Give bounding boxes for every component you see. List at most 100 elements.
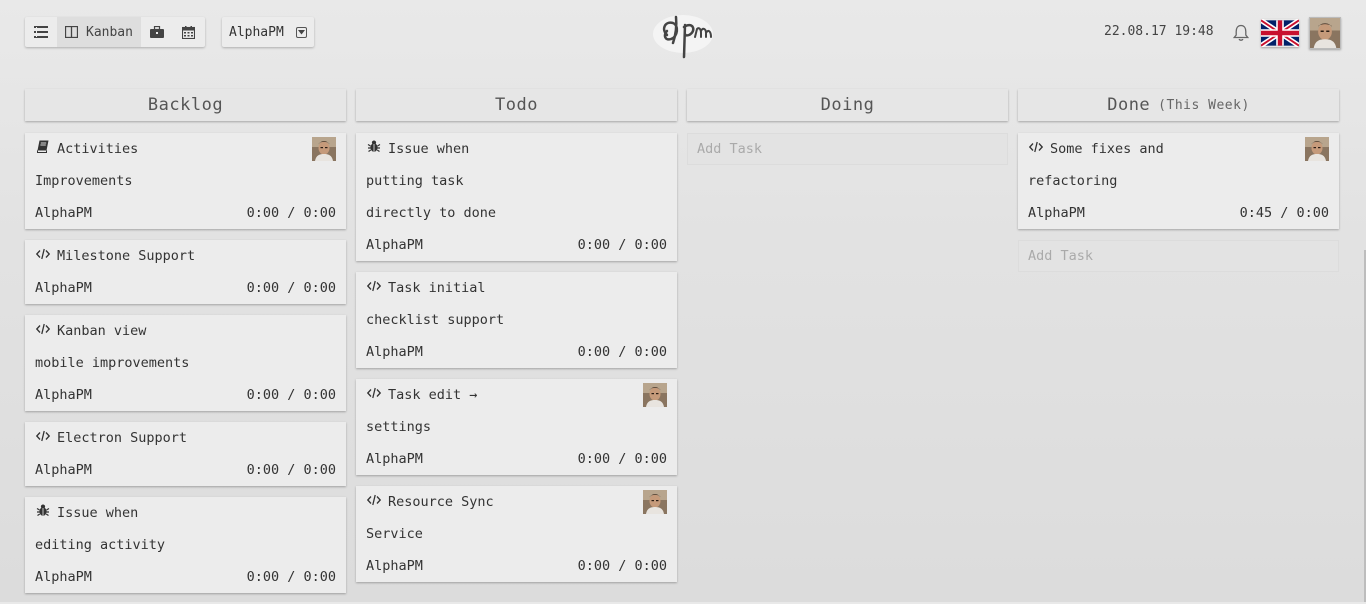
task-card[interactable]: Some fixes and refactoring AlphaPM 0:45 / 0… bbox=[1018, 133, 1339, 229]
task-title-line: Task edit → bbox=[366, 379, 667, 411]
column-header: Todo bbox=[356, 89, 677, 121]
project-select[interactable]: AlphaPM bbox=[222, 17, 314, 47]
task-project: AlphaPM bbox=[35, 205, 92, 221]
task-time: 0:00 / 0:00 bbox=[246, 280, 336, 296]
task-project: AlphaPM bbox=[35, 569, 92, 585]
calendar-icon bbox=[182, 25, 196, 39]
task-title-line: settings bbox=[366, 419, 432, 435]
task-title-line: editing activity bbox=[35, 537, 166, 553]
briefcase-icon bbox=[149, 26, 164, 38]
code-icon bbox=[35, 422, 51, 454]
task-time: 0:00 / 0:00 bbox=[577, 344, 667, 360]
task-footer: AlphaPM 0:00 / 0:00 bbox=[35, 379, 336, 411]
add-task-input[interactable]: Add Task bbox=[1018, 240, 1339, 272]
kanban-label: Kanban bbox=[86, 24, 133, 40]
task-time: 0:00 / 0:00 bbox=[577, 237, 667, 253]
column-header: Backlog bbox=[25, 89, 346, 121]
task-title-text: Kanban view bbox=[57, 323, 147, 339]
code-icon bbox=[366, 486, 382, 518]
task-title-line: Electron Support bbox=[35, 422, 336, 454]
kanban-view-button[interactable]: Kanban bbox=[57, 17, 141, 47]
code-icon bbox=[1028, 133, 1044, 165]
app-logo[interactable] bbox=[651, 9, 715, 61]
task-card[interactable]: Electron Support AlphaPM 0:00 / 0:00 bbox=[25, 422, 346, 486]
task-title-line: Kanban view bbox=[35, 315, 336, 347]
task-title-line: Milestone Support bbox=[35, 240, 336, 272]
task-project: AlphaPM bbox=[35, 387, 92, 403]
task-footer: AlphaPM 0:00 / 0:00 bbox=[366, 229, 667, 261]
projects-view-button[interactable] bbox=[141, 17, 173, 47]
task-title-line: Task initial bbox=[366, 272, 667, 304]
column-todo: Todo Issue when putting task directly to d… bbox=[356, 89, 677, 593]
task-title-line: Some fixes and bbox=[1028, 133, 1329, 165]
task-title-text: Issue when bbox=[57, 505, 139, 521]
task-footer: AlphaPM 0:00 / 0:00 bbox=[366, 550, 667, 582]
column-doing: Doing Add Task bbox=[687, 89, 1008, 165]
task-title-line: Improvements bbox=[35, 173, 133, 189]
task-title-line: Resource Sync bbox=[366, 486, 667, 518]
task-card[interactable]: Milestone Support AlphaPM 0:00 / 0:00 bbox=[25, 240, 346, 304]
column-title: Doing bbox=[820, 95, 875, 115]
task-card[interactable]: Task initial checklist support AlphaPM 0:00… bbox=[356, 272, 677, 368]
columns-icon bbox=[65, 26, 78, 38]
task-footer: AlphaPM 0:00 / 0:00 bbox=[35, 197, 336, 229]
task-title-text: Electron Support bbox=[57, 430, 188, 446]
card-list: Issue when putting task directly to done Al… bbox=[356, 133, 677, 582]
task-project: AlphaPM bbox=[366, 558, 423, 574]
project-select-value: AlphaPM bbox=[229, 24, 284, 40]
column-backlog: Backlog Activities Improvements AlphaPM 0:0… bbox=[25, 89, 346, 604]
bug-icon bbox=[35, 497, 51, 529]
column-title: Backlog bbox=[147, 95, 224, 115]
column-done: Done (This Week) Some fixes and refactori… bbox=[1018, 89, 1339, 272]
column-header: Done (This Week) bbox=[1018, 89, 1339, 121]
task-card[interactable]: Issue when editing activity AlphaPM 0:00 / … bbox=[25, 497, 346, 593]
uk-flag-icon[interactable] bbox=[1259, 18, 1301, 48]
task-card[interactable]: Kanban view mobile improvements AlphaPM 0:0… bbox=[25, 315, 346, 411]
task-time: 0:45 / 0:00 bbox=[1239, 205, 1329, 221]
column-title: Todo bbox=[495, 95, 538, 115]
view-switcher: Kanban bbox=[25, 17, 205, 47]
task-title-line: Activities bbox=[35, 133, 336, 165]
task-time: 0:00 / 0:00 bbox=[577, 451, 667, 467]
assignee-avatar[interactable] bbox=[643, 383, 667, 407]
list-icon bbox=[34, 26, 48, 38]
column-header: Doing bbox=[687, 89, 1008, 121]
task-project: AlphaPM bbox=[35, 280, 92, 296]
task-title-line: refactoring bbox=[1028, 173, 1118, 189]
assignee-avatar[interactable] bbox=[1305, 137, 1329, 161]
card-list: Some fixes and refactoring AlphaPM 0:45 / 0… bbox=[1018, 133, 1339, 229]
task-time: 0:00 / 0:00 bbox=[577, 558, 667, 574]
task-card[interactable]: Task edit → settings AlphaPM 0:00 / 0:00 bbox=[356, 379, 677, 475]
notifications-bell-icon[interactable] bbox=[1232, 24, 1250, 42]
task-time: 0:00 / 0:00 bbox=[246, 205, 336, 221]
calendar-view-button[interactable] bbox=[173, 17, 205, 47]
list-view-button[interactable] bbox=[25, 17, 57, 47]
task-title-line: mobile improvements bbox=[35, 355, 190, 371]
task-title-text: Issue when bbox=[388, 141, 470, 157]
user-avatar[interactable] bbox=[1309, 17, 1341, 49]
add-task-placeholder: Add Task bbox=[1028, 248, 1094, 264]
task-title-line: putting task bbox=[366, 173, 464, 189]
task-footer: AlphaPM 0:00 / 0:00 bbox=[35, 561, 336, 593]
book-icon bbox=[35, 133, 51, 165]
task-card[interactable]: Resource Sync Service AlphaPM 0:00 / 0:00 bbox=[356, 486, 677, 582]
task-footer: AlphaPM 0:00 / 0:00 bbox=[35, 454, 336, 486]
code-icon bbox=[35, 240, 51, 272]
task-title-text: Milestone Support bbox=[57, 248, 196, 264]
task-project: AlphaPM bbox=[35, 462, 92, 478]
task-title-text: Task initial bbox=[388, 280, 486, 296]
code-icon bbox=[366, 379, 382, 411]
task-project: AlphaPM bbox=[366, 344, 423, 360]
task-title-text: Some fixes and bbox=[1050, 141, 1164, 157]
task-footer: AlphaPM 0:45 / 0:00 bbox=[1028, 197, 1329, 229]
task-card[interactable]: Activities Improvements AlphaPM 0:00 / 0:00 bbox=[25, 133, 346, 229]
assignee-avatar[interactable] bbox=[312, 137, 336, 161]
caret-down-icon bbox=[296, 26, 307, 38]
assignee-avatar[interactable] bbox=[643, 490, 667, 514]
column-subtitle: (This Week) bbox=[1158, 97, 1250, 113]
task-footer: AlphaPM 0:00 / 0:00 bbox=[35, 272, 336, 304]
task-title-line: Issue when bbox=[35, 497, 336, 529]
add-task-input[interactable]: Add Task bbox=[687, 133, 1008, 165]
column-title: Done bbox=[1107, 95, 1151, 115]
task-card[interactable]: Issue when putting task directly to done Al… bbox=[356, 133, 677, 261]
